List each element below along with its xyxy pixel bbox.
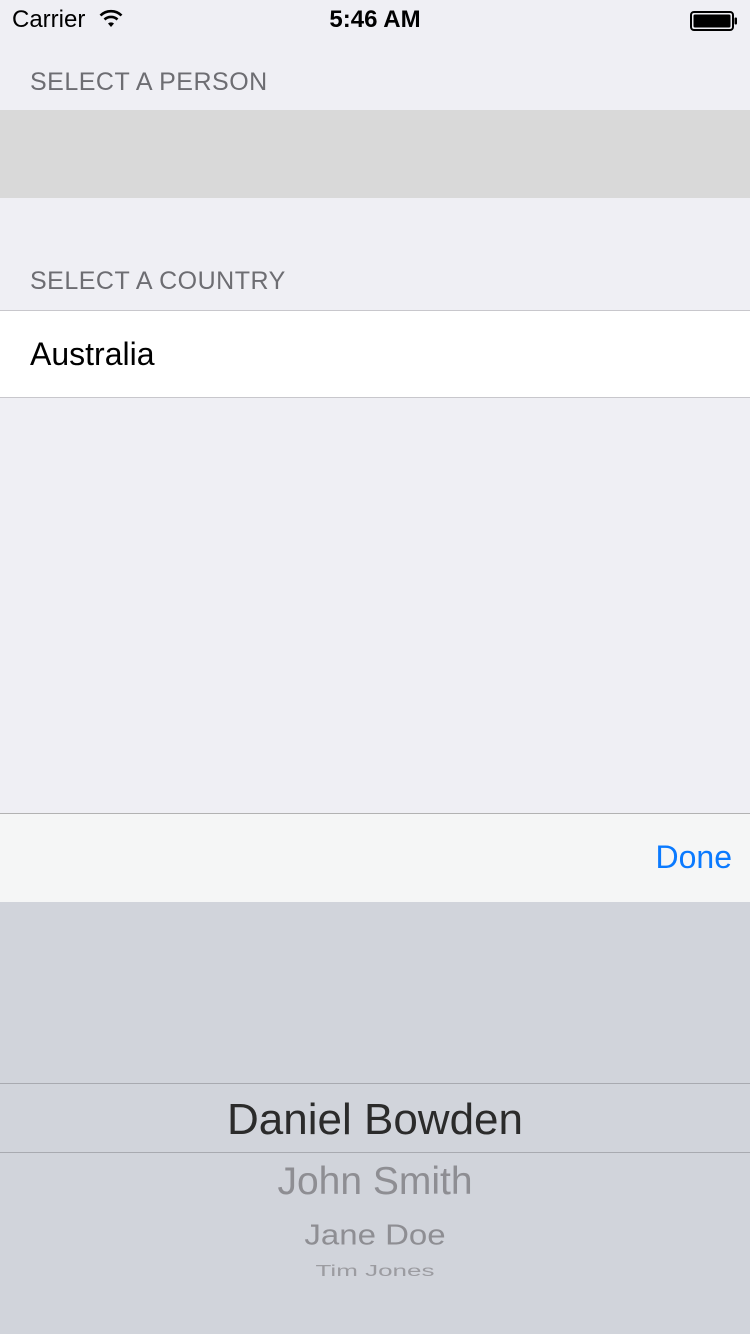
picker-row[interactable]: Tim Jones (0, 1263, 750, 1279)
picker-row-selected[interactable]: Daniel Bowden (0, 1095, 750, 1145)
person-section-header: SELECT A PERSON (30, 68, 268, 96)
country-section-header: SELECT A COUNTRY (30, 267, 286, 295)
country-select-field[interactable]: Australia (0, 310, 750, 398)
status-time: 5:46 AM (329, 6, 421, 33)
done-button[interactable]: Done (656, 839, 733, 875)
status-bar: Carrier 5:46 AM (0, 0, 750, 40)
person-select-field[interactable] (0, 110, 750, 198)
picker-row[interactable]: John Smith (0, 1160, 750, 1204)
battery-icon (690, 11, 737, 31)
picker-row[interactable]: Jane Doe (0, 1219, 750, 1251)
picker-selection-bottom-line (0, 1152, 750, 1153)
country-value: Australia (30, 336, 155, 372)
picker-toolbar: Done (0, 813, 750, 902)
person-picker[interactable]: Daniel Bowden John Smith Jane Doe Tim Jo… (0, 902, 750, 1334)
picker-selection-top-line (0, 1083, 750, 1084)
